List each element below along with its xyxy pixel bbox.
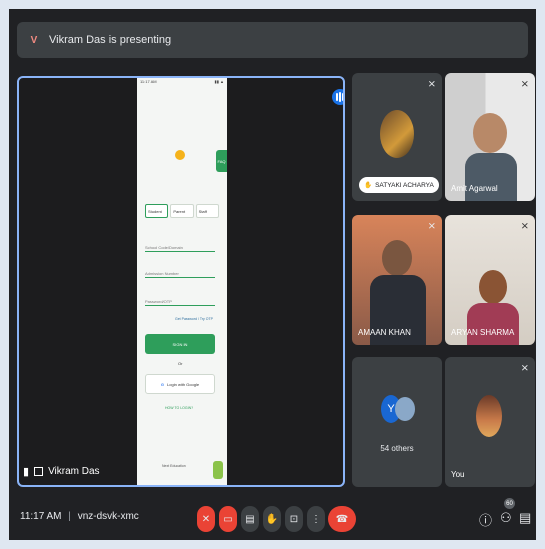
sign-in-button: SIGN IN bbox=[145, 334, 215, 354]
others-avatar-photo bbox=[395, 397, 415, 421]
mic-off-icon: ⨯ bbox=[520, 221, 529, 232]
presenting-banner: V Vikram Das is presenting bbox=[17, 22, 528, 58]
present-icon bbox=[34, 467, 44, 476]
presenting-text: Vikram Das is presenting bbox=[49, 34, 172, 46]
raise-hand-button[interactable]: ✋ bbox=[263, 506, 281, 532]
participant-avatar bbox=[479, 270, 507, 304]
help-fab bbox=[213, 461, 223, 479]
participant-name: You bbox=[451, 470, 465, 479]
participant-tile-you[interactable]: ⨯ You bbox=[445, 357, 535, 487]
presenter-name: Vikram Das bbox=[48, 466, 100, 477]
participant-name: SATYAKI ACHARYA bbox=[375, 181, 434, 189]
people-button[interactable]: ⚇ bbox=[500, 510, 512, 526]
captions-button[interactable]: ▤ bbox=[241, 506, 259, 532]
participant-tile-amit[interactable]: ⨯ Amit Agarwal bbox=[445, 73, 535, 201]
audio-indicator-icon bbox=[332, 89, 343, 105]
info-icon: ⓘ bbox=[479, 513, 493, 528]
forgot-password-link: Get Password / Try OTP bbox=[175, 317, 213, 321]
or-divider: Or bbox=[178, 361, 183, 366]
camera-toggle-button[interactable]: ▭ bbox=[219, 506, 237, 532]
app-logo-icon bbox=[175, 150, 185, 160]
chat-button[interactable]: ▤ bbox=[519, 510, 531, 526]
leave-call-button[interactable]: ☎ bbox=[328, 506, 356, 532]
phone-status-time: 11:17 AM bbox=[140, 79, 157, 84]
phone-status-icons: ▮▮ ▲ bbox=[214, 79, 224, 84]
presenter-label: ▮ Vikram Das bbox=[23, 465, 100, 478]
participant-tile-amaan[interactable]: ⨯ AMAAN KHAN bbox=[352, 215, 442, 345]
google-icon: G bbox=[160, 381, 165, 387]
password-field: Password/OTP bbox=[145, 294, 215, 306]
people-icon: ⚇ bbox=[500, 510, 512, 525]
clock-time: 11:17 AM bbox=[20, 511, 62, 522]
pin-icon[interactable]: ▮ bbox=[23, 465, 29, 478]
participant-shirt bbox=[465, 153, 517, 201]
participant-tile-others[interactable]: Y 54 others bbox=[352, 357, 442, 487]
hand-icon: ✋ bbox=[265, 513, 279, 525]
mic-off-icon: ⨯ bbox=[427, 79, 436, 90]
faq-tab: FAQ bbox=[216, 150, 227, 172]
shared-screen: 11:17 AM ▮▮ ▲ FAQ Student Parent Staff S… bbox=[137, 78, 227, 485]
powered-by-text: Next Education bbox=[162, 464, 186, 468]
role-staff: Staff bbox=[195, 204, 219, 218]
how-to-login-link: HOW TO LOGIN? bbox=[165, 406, 194, 410]
participant-tile-satyaki[interactable]: ⨯ ✋ SATYAKI ACHARYA bbox=[352, 73, 442, 201]
role-selector: Student Parent Staff bbox=[145, 204, 219, 218]
participant-tile-aryan[interactable]: ⨯ ARYAN SHARMA bbox=[445, 215, 535, 345]
participant-count-badge: 60 bbox=[504, 498, 515, 509]
separator: | bbox=[68, 511, 71, 522]
info-button[interactable]: ⓘ bbox=[479, 510, 492, 529]
presenter-avatar: V bbox=[27, 33, 41, 47]
role-parent: Parent bbox=[170, 204, 194, 218]
camera-off-icon: ▭ bbox=[223, 513, 233, 525]
mic-off-icon: ⨯ bbox=[520, 363, 529, 374]
control-bar: 11:17 AM | vnz-dsvk-xmc ✕ ▭ ▤ ✋ ⊡ ⋮ ☎ ⓘ … bbox=[9, 498, 536, 540]
participant-avatar bbox=[380, 110, 414, 158]
mic-off-icon: ⨯ bbox=[427, 221, 436, 232]
google-login-button: G Login with Google bbox=[145, 374, 215, 394]
participant-name-pill: ✋ SATYAKI ACHARYA bbox=[359, 177, 439, 193]
mic-off-icon: ✕ bbox=[201, 513, 211, 525]
meet-window: V Vikram Das is presenting 11:17 AM ▮▮ ▲… bbox=[9, 9, 536, 540]
role-student: Student bbox=[145, 204, 169, 218]
captions-icon: ▤ bbox=[245, 513, 255, 525]
chat-icon: ▤ bbox=[519, 510, 532, 525]
participant-name: ARYAN SHARMA bbox=[451, 328, 515, 337]
meeting-info: 11:17 AM | vnz-dsvk-xmc bbox=[20, 511, 139, 522]
admission-field: Admission Number bbox=[145, 266, 215, 278]
phone-status-bar: 11:17 AM ▮▮ ▲ bbox=[137, 78, 227, 86]
hand-raised-icon: ✋ bbox=[364, 182, 373, 189]
participant-avatar bbox=[473, 113, 507, 153]
self-avatar bbox=[476, 395, 502, 437]
present-screen-icon: ⊡ bbox=[289, 513, 299, 525]
participant-name: Amit Agarwal bbox=[451, 184, 498, 193]
participant-name: AMAAN KHAN bbox=[358, 328, 411, 337]
more-options-button[interactable]: ⋮ bbox=[307, 506, 325, 532]
google-login-label: Login with Google bbox=[167, 381, 200, 387]
more-vert-icon: ⋮ bbox=[311, 513, 321, 525]
presentation-tile[interactable]: 11:17 AM ▮▮ ▲ FAQ Student Parent Staff S… bbox=[17, 76, 345, 487]
meeting-code: vnz-dsvk-xmc bbox=[77, 511, 139, 522]
participant-shirt bbox=[467, 303, 519, 345]
participant-avatar bbox=[382, 240, 412, 276]
school-code-field: School Code/Domain bbox=[145, 240, 215, 252]
end-call-icon: ☎ bbox=[335, 513, 349, 525]
others-count: 54 others bbox=[380, 444, 414, 453]
mic-toggle-button[interactable]: ✕ bbox=[197, 506, 215, 532]
present-button[interactable]: ⊡ bbox=[285, 506, 303, 532]
mic-off-icon: ⨯ bbox=[520, 79, 529, 90]
